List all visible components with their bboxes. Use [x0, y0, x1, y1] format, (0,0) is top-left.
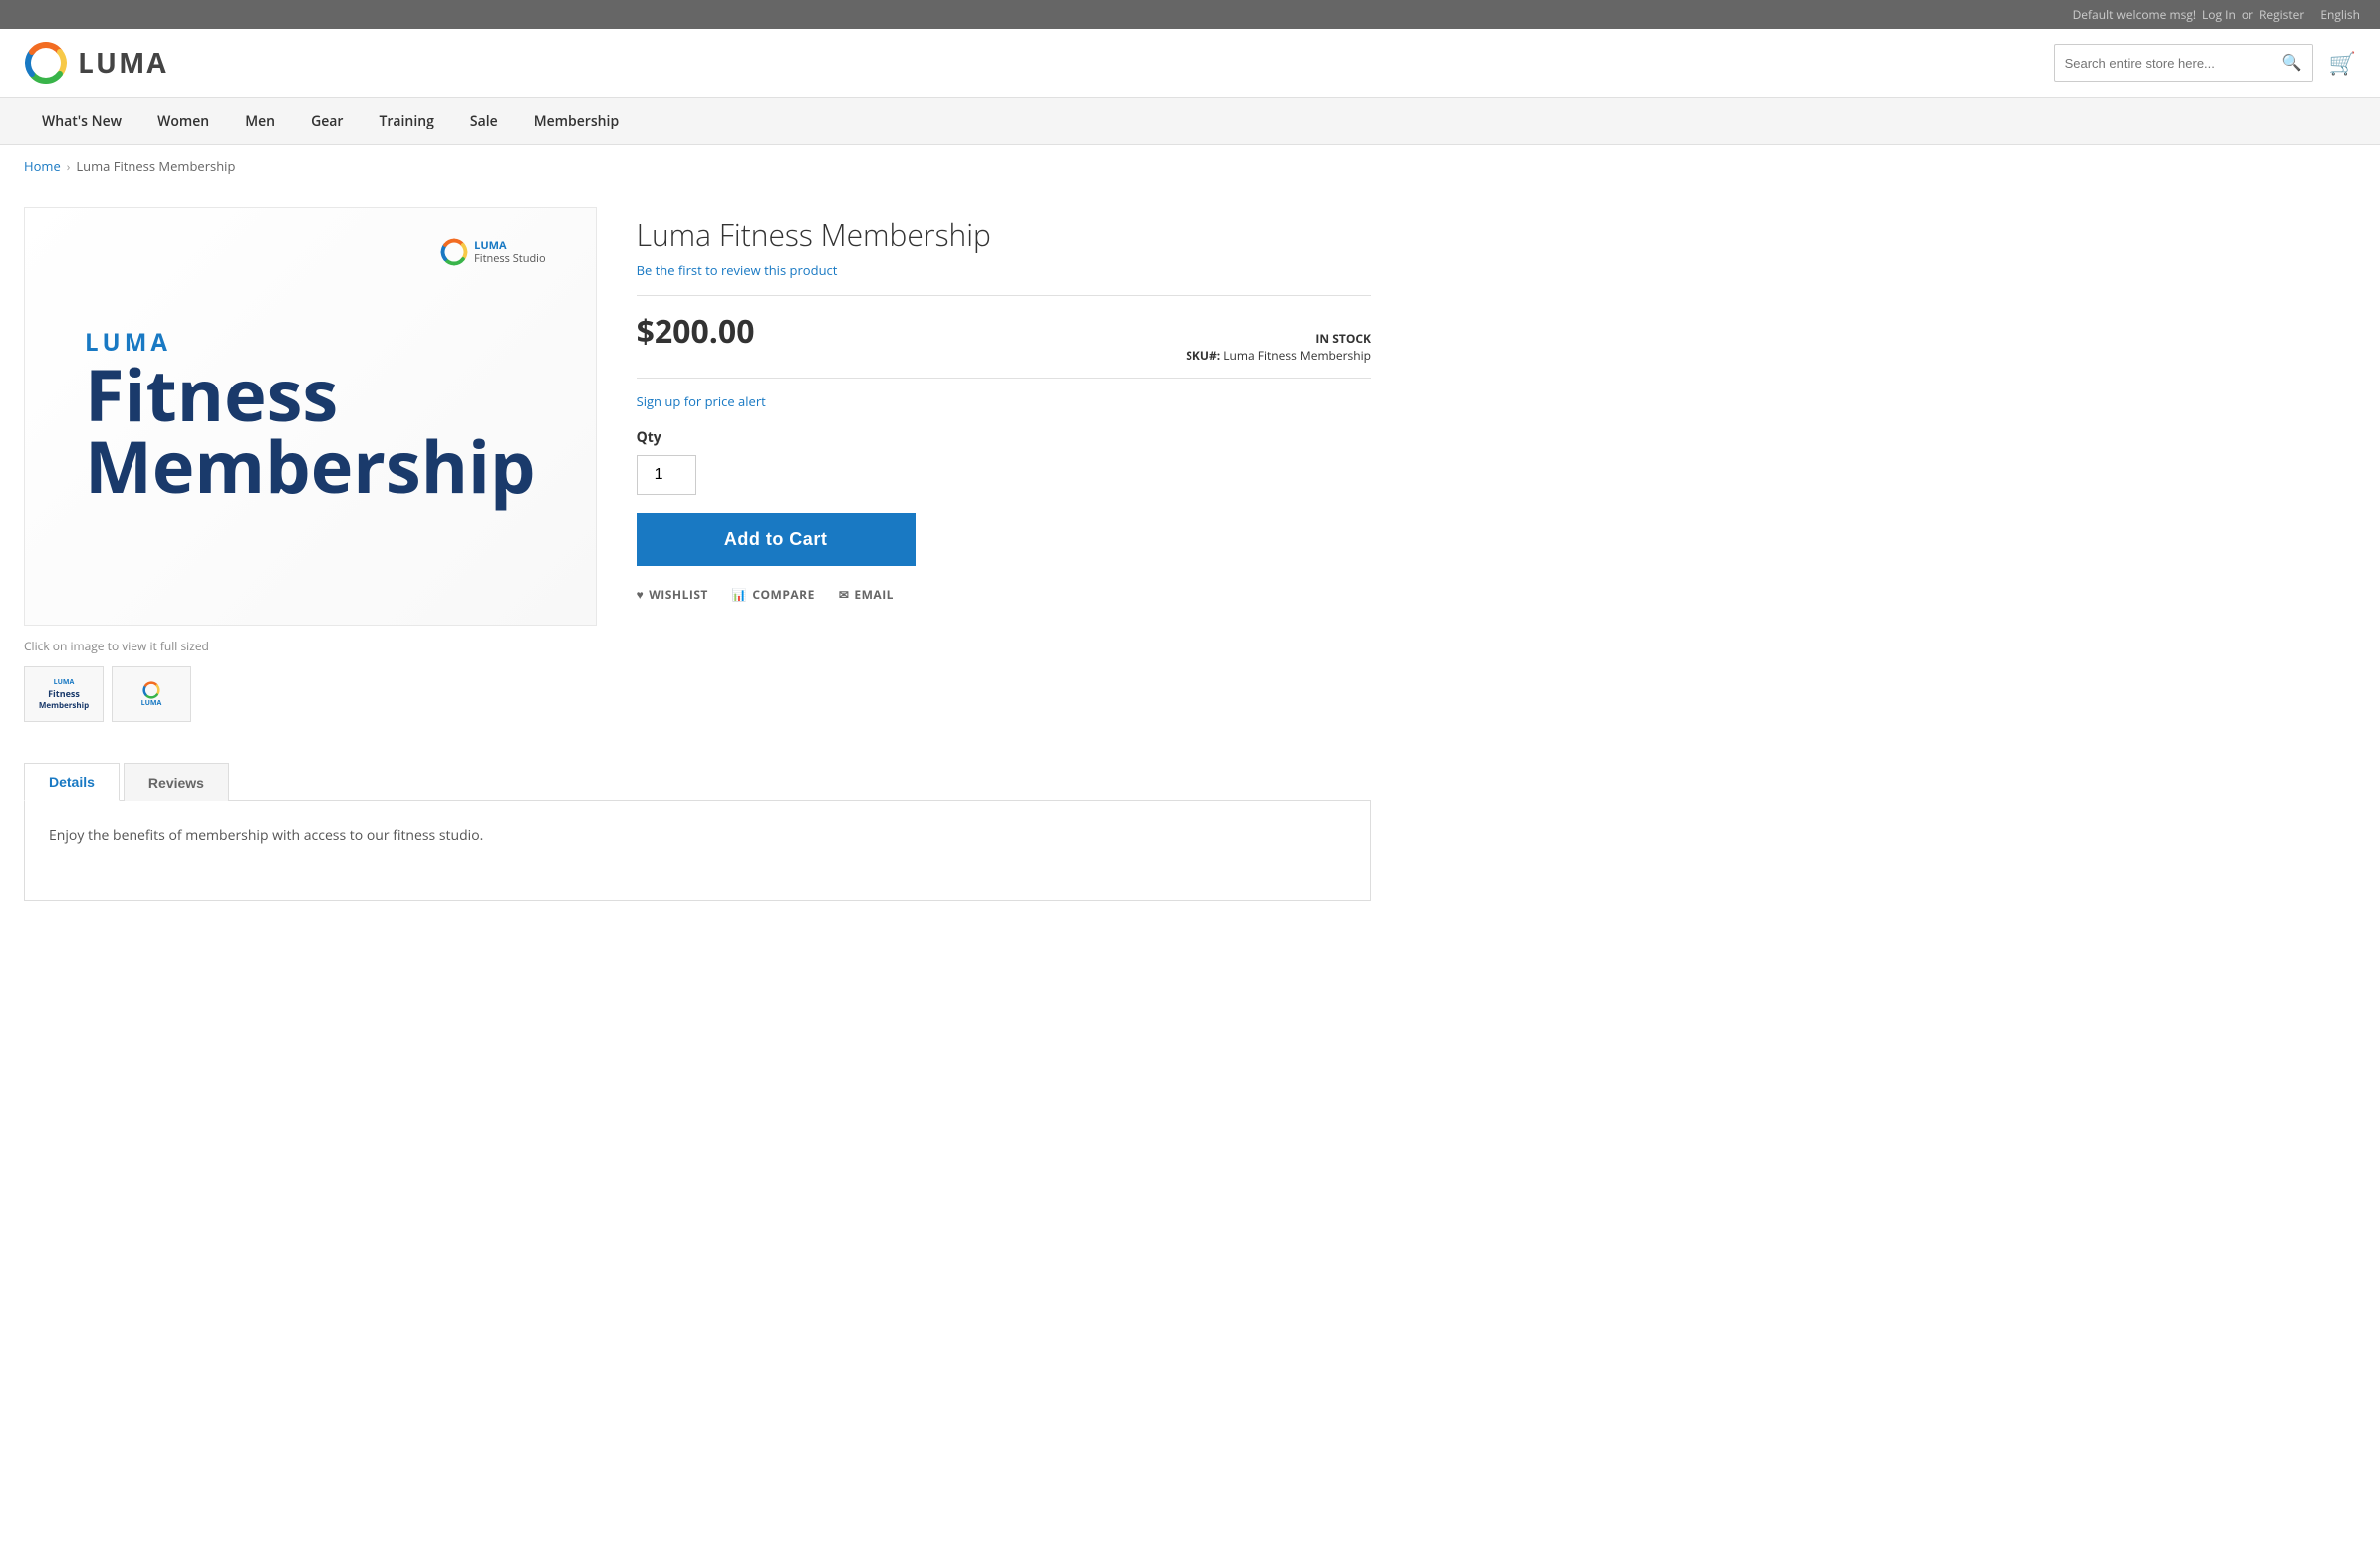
click-hint: Click on image to view it full sized — [24, 638, 597, 654]
tab-reviews[interactable]: Reviews — [124, 763, 229, 801]
nav-item-training[interactable]: Training — [361, 98, 451, 144]
breadcrumb-separator: › — [67, 158, 71, 175]
breadcrumb-current: Luma Fitness Membership — [76, 157, 235, 175]
product-image-studio-logo: LUMA Fitness Studio — [440, 238, 545, 266]
thumb2-logo-icon — [142, 681, 160, 699]
product-title: Luma Fitness Membership — [637, 217, 1371, 253]
thumbnail-row: LUMA Fitness Membership LUMA — [24, 666, 597, 722]
email-link[interactable]: ✉ EMAIL — [839, 586, 894, 603]
search-input[interactable] — [2055, 48, 2272, 79]
logo-area[interactable]: LUMA — [24, 41, 168, 85]
details-text: Enjoy the benefits of membership with ac… — [49, 825, 1346, 847]
qty-input[interactable] — [637, 455, 696, 495]
in-stock-badge: IN STOCK — [1186, 330, 1371, 347]
product-image-text: LUMA Fitness Membership — [85, 331, 536, 502]
nav-item-membership[interactable]: Membership — [516, 98, 637, 144]
qty-label: Qty — [637, 428, 1371, 447]
stock-sku-area: IN STOCK SKU#: Luma Fitness Membership — [1186, 330, 1371, 364]
tab-details[interactable]: Details — [24, 763, 120, 801]
product-main-image[interactable]: LUMA Fitness Studio LUMA Fitness Members… — [24, 207, 597, 626]
sku-label: SKU#: — [1186, 347, 1220, 364]
nav-item-sale[interactable]: Sale — [452, 98, 516, 144]
wishlist-label: WISHLIST — [649, 586, 708, 603]
main-content: LUMA Fitness Studio LUMA Fitness Members… — [0, 187, 1395, 742]
sku-row: SKU#: Luma Fitness Membership — [1186, 347, 1371, 364]
header: LUMA 🔍 🛒 — [0, 29, 2380, 98]
thumbnail-1[interactable]: LUMA Fitness Membership — [24, 666, 104, 722]
nav-item-men[interactable]: Men — [227, 98, 293, 144]
tab-details-content: Enjoy the benefits of membership with ac… — [24, 801, 1371, 901]
thumbnail-2[interactable]: LUMA — [112, 666, 191, 722]
nav-item-gear[interactable]: Gear — [293, 98, 361, 144]
image-membership-label: Membership — [85, 430, 536, 502]
action-links: ♥ WISHLIST 📊 COMPARE ✉ EMAIL — [637, 586, 1371, 603]
cart-icon[interactable]: 🛒 — [2329, 48, 2356, 78]
top-bar: Default welcome msg! Log In or Register … — [0, 0, 2380, 29]
welcome-message: Default welcome msg! — [2073, 6, 2196, 23]
compare-link[interactable]: 📊 COMPARE — [732, 586, 815, 603]
breadcrumb-home[interactable]: Home — [24, 157, 61, 175]
add-to-cart-button[interactable]: Add to Cart — [637, 513, 916, 566]
compare-label: COMPARE — [752, 586, 814, 603]
language-selector[interactable]: English — [2320, 6, 2360, 23]
logo-text: LUMA — [78, 44, 168, 82]
email-label: EMAIL — [854, 586, 894, 603]
register-link[interactable]: Register — [2259, 6, 2304, 23]
wishlist-link[interactable]: ♥ WISHLIST — [637, 586, 708, 603]
sku-value: Luma Fitness Membership — [1223, 347, 1371, 364]
product-info-area: Luma Fitness Membership Be the first to … — [637, 207, 1371, 722]
email-icon: ✉ — [839, 586, 850, 603]
breadcrumb: Home › Luma Fitness Membership — [0, 145, 2380, 187]
tabs-header: Details Reviews — [24, 762, 1371, 801]
review-link[interactable]: Be the first to review this product — [637, 261, 1371, 279]
studio-logo-icon — [440, 238, 468, 266]
heart-icon: ♥ — [637, 586, 645, 603]
search-box[interactable]: 🔍 — [2054, 44, 2313, 82]
nav-item-women[interactable]: Women — [139, 98, 227, 144]
nav-item-whats-new[interactable]: What's New — [24, 98, 139, 144]
search-button[interactable]: 🔍 — [2272, 45, 2312, 81]
compare-icon: 📊 — [732, 586, 747, 603]
luma-logo-icon — [24, 41, 68, 85]
price-alert-link[interactable]: Sign up for price alert — [637, 392, 1371, 410]
or-separator: or — [2242, 6, 2253, 23]
search-area: 🔍 🛒 — [2054, 44, 2356, 82]
navigation: What's New Women Men Gear Training Sale … — [0, 98, 2380, 145]
price-row: $200.00 IN STOCK SKU#: Luma Fitness Memb… — [637, 295, 1371, 379]
product-price: $200.00 — [637, 310, 755, 353]
tabs-section: Details Reviews Enjoy the benefits of me… — [0, 742, 1395, 920]
product-image-area: LUMA Fitness Studio LUMA Fitness Members… — [24, 207, 597, 722]
login-link[interactable]: Log In — [2202, 6, 2236, 23]
studio-logo-text: LUMA Fitness Studio — [474, 239, 545, 265]
